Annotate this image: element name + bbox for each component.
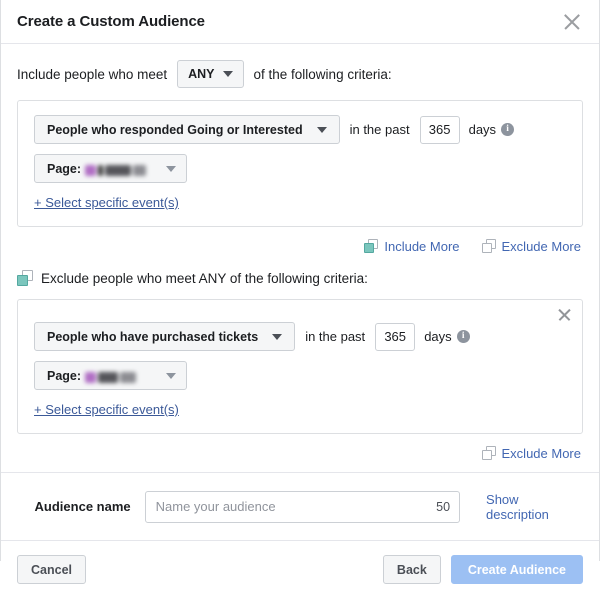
show-description-link[interactable]: Show description: [486, 492, 583, 522]
include-event-type-select[interactable]: People who responded Going or Interested: [34, 115, 340, 144]
exclude-more-actions-row: Exclude More: [17, 434, 583, 472]
include-days-label: days: [469, 122, 496, 137]
include-more-button[interactable]: Include More: [364, 239, 459, 254]
audience-name-input-wrap: 50: [145, 491, 460, 523]
include-page-select[interactable]: Page:: [34, 154, 187, 183]
dialog-header: Create a Custom Audience: [1, 0, 599, 44]
exclude-days-label: days: [424, 329, 451, 344]
exclude-criteria-row-1: People who have purchased tickets in the…: [34, 322, 566, 351]
include-criteria-row-1: People who responded Going or Interested…: [34, 115, 566, 144]
create-custom-audience-dialog: Create a Custom Audience Include people …: [0, 0, 600, 561]
include-prefix-text: Include people who meet: [17, 67, 167, 82]
include-days-input[interactable]: [420, 116, 460, 144]
chevron-down-icon: [317, 127, 327, 133]
stack-squares-icon: [482, 239, 496, 253]
close-icon[interactable]: [561, 11, 583, 33]
include-operator-value: ANY: [188, 67, 214, 81]
info-icon[interactable]: i: [501, 123, 514, 136]
chevron-down-icon: [272, 334, 282, 340]
chevron-down-icon: [223, 71, 233, 77]
chevron-down-icon: [166, 166, 176, 172]
include-in-the-past-label: in the past: [350, 122, 410, 137]
exclude-in-the-past-label: in the past: [305, 329, 365, 344]
back-button[interactable]: Back: [383, 555, 441, 584]
include-criteria-card: People who responded Going or Interested…: [17, 100, 583, 227]
include-criteria-row-2: Page:: [34, 154, 566, 183]
include-operator-select[interactable]: ANY: [177, 60, 243, 88]
exclude-more-button-bottom[interactable]: Exclude More: [482, 446, 581, 461]
include-more-label: Include More: [384, 239, 459, 254]
exclude-page-select[interactable]: Page:: [34, 361, 187, 390]
exclude-more-label: Exclude More: [502, 239, 581, 254]
exclude-page-label: Page:: [47, 369, 81, 383]
stack-squares-icon: [364, 239, 378, 253]
dialog-body: Include people who meet ANY of the follo…: [1, 44, 599, 472]
cancel-button[interactable]: Cancel: [17, 555, 86, 584]
stack-squares-icon: [482, 446, 496, 460]
exclude-heading-label: Exclude people who meet ANY of the follo…: [41, 271, 368, 286]
exclude-section-heading: Exclude people who meet ANY of the follo…: [17, 265, 583, 291]
exclude-event-type-value: People who have purchased tickets: [47, 330, 258, 344]
exclude-criteria-row-2: Page:: [34, 361, 566, 390]
audience-name-section: Audience name 50 Show description: [1, 472, 599, 540]
exclude-page-value-redacted: [85, 370, 138, 383]
include-event-type-value: People who responded Going or Interested: [47, 123, 303, 137]
include-suffix-text: of the following criteria:: [254, 67, 392, 82]
stack-squares-icon: [17, 270, 33, 286]
exclude-criteria-card: People who have purchased tickets in the…: [17, 299, 583, 434]
include-criteria-line: Include people who meet ANY of the follo…: [17, 44, 583, 100]
audience-name-input[interactable]: [145, 491, 460, 523]
chevron-down-icon: [166, 373, 176, 379]
include-select-specific-events-link[interactable]: + Select specific event(s): [34, 195, 179, 210]
info-icon[interactable]: i: [457, 330, 470, 343]
exclude-event-type-select[interactable]: People who have purchased tickets: [34, 322, 295, 351]
audience-name-label: Audience name: [17, 499, 145, 514]
include-page-label: Page:: [47, 162, 81, 176]
page-title: Create a Custom Audience: [17, 13, 205, 30]
include-more-actions-row: Include More Exclude More: [17, 227, 583, 265]
include-page-value-redacted: [85, 163, 148, 176]
exclude-select-specific-events-link[interactable]: + Select specific event(s): [34, 402, 179, 417]
remove-exclude-criteria-icon[interactable]: [556, 306, 574, 324]
dialog-footer: Cancel Back Create Audience: [1, 540, 599, 598]
create-audience-button[interactable]: Create Audience: [451, 555, 583, 584]
exclude-more-button-top[interactable]: Exclude More: [482, 239, 581, 254]
exclude-more-label: Exclude More: [502, 446, 581, 461]
exclude-days-input[interactable]: [375, 323, 415, 351]
